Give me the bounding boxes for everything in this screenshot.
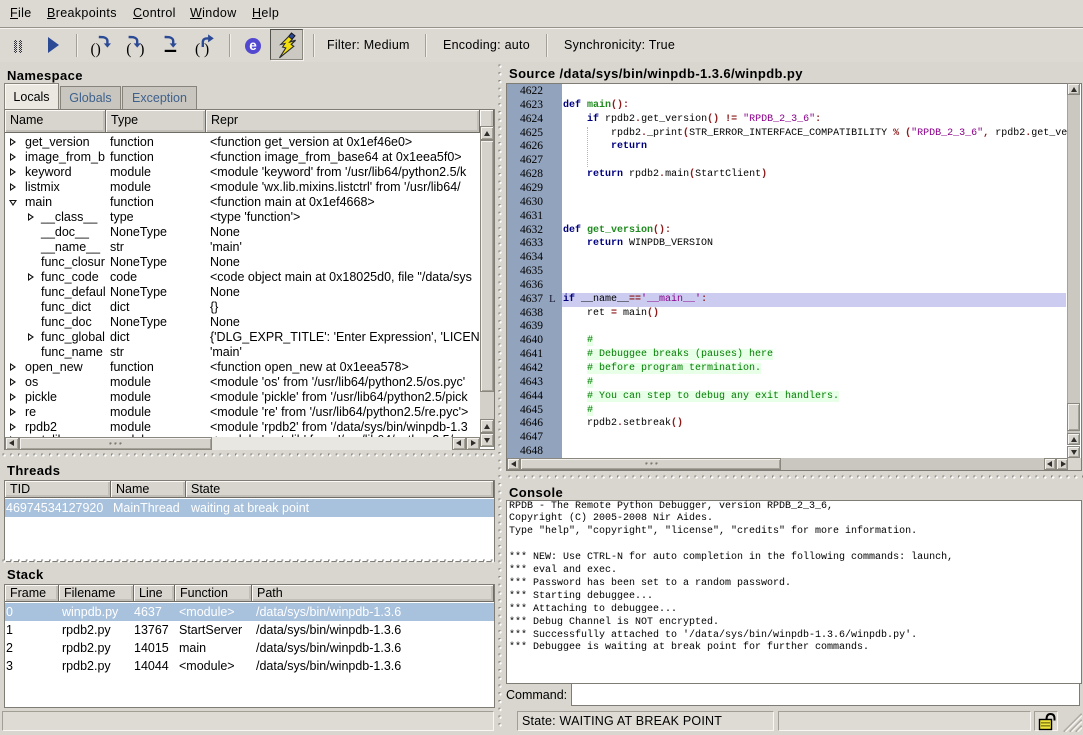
- svg-text:(: (: [195, 41, 200, 58]
- svg-text:): ): [204, 41, 209, 58]
- svg-text:(): (): [91, 41, 101, 58]
- svg-text:(: (: [126, 41, 131, 58]
